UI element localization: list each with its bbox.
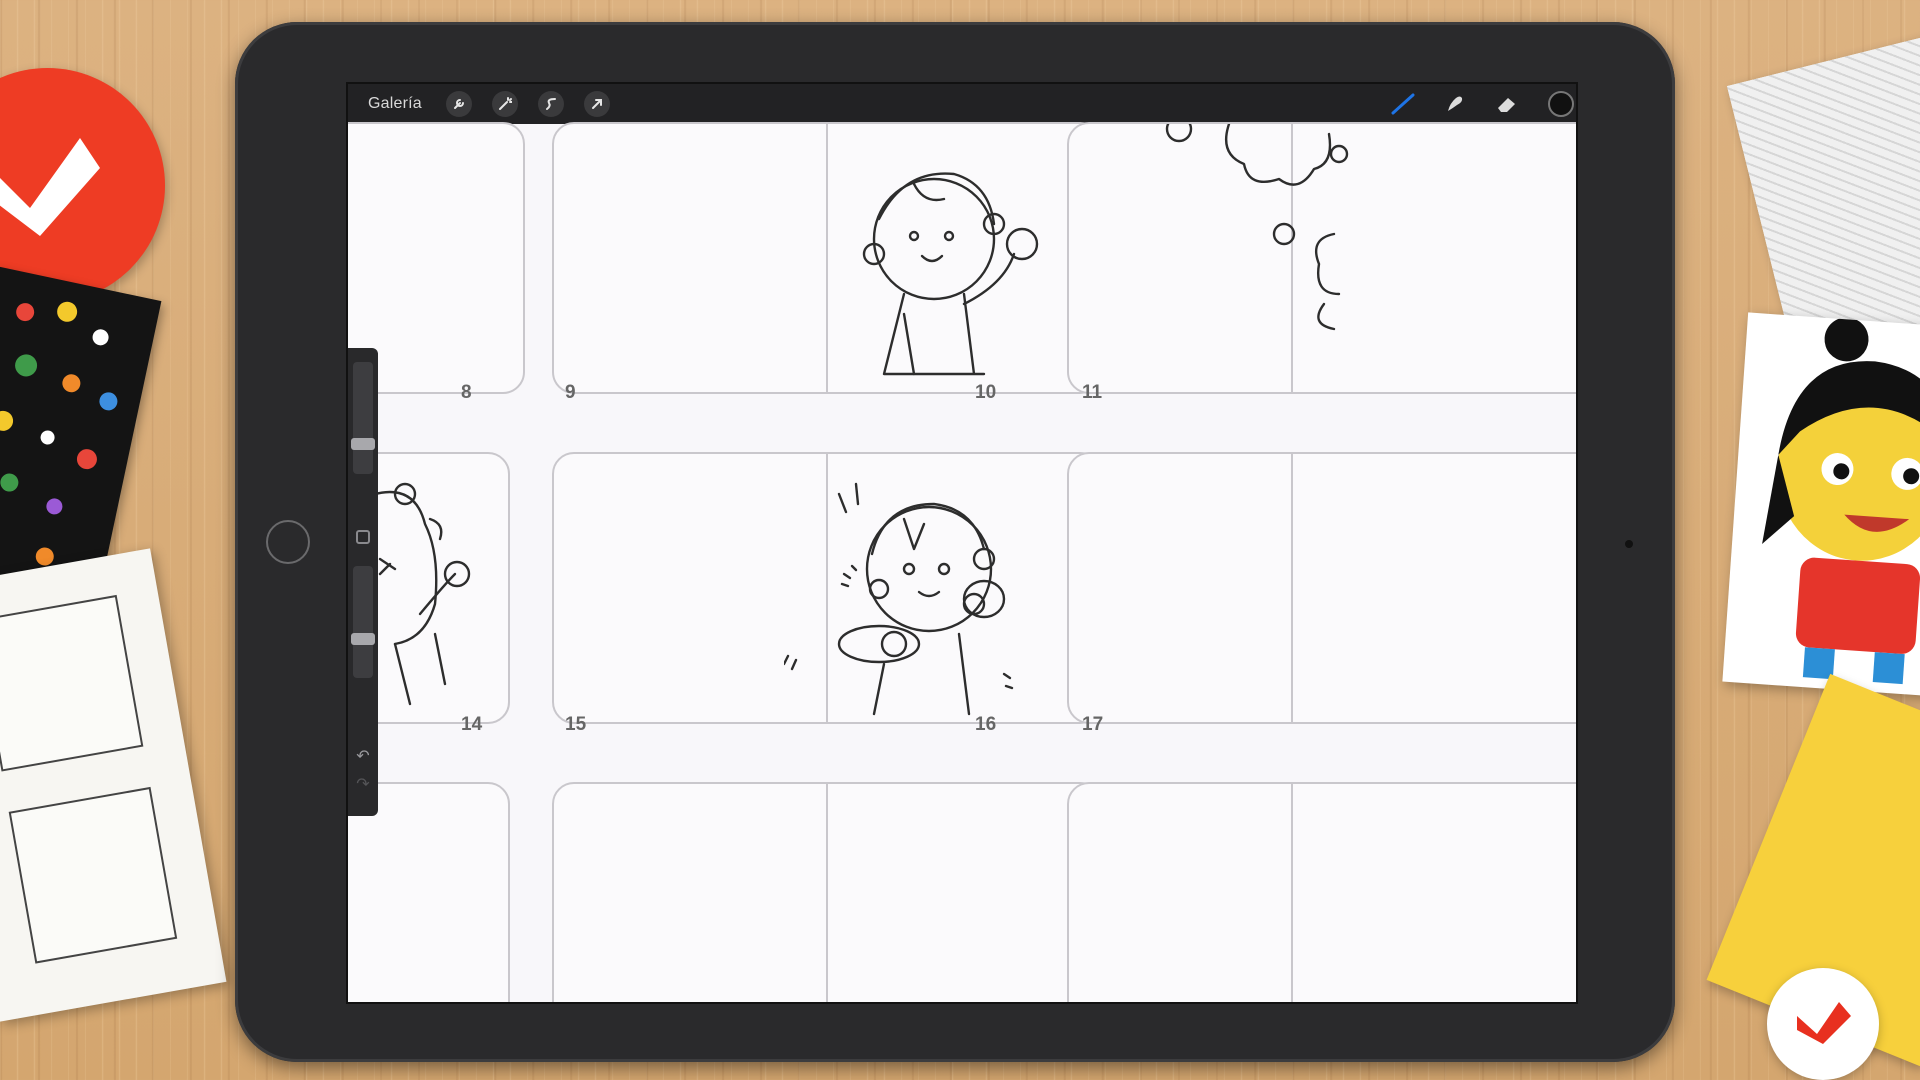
eraser-button[interactable] <box>1494 92 1520 116</box>
brush-sidebar: ↶ ↷ <box>348 348 378 816</box>
girl-character-illustration <box>1762 317 1920 685</box>
modify-button[interactable] <box>356 530 370 544</box>
home-button[interactable] <box>266 520 310 564</box>
actions-button[interactable] <box>446 91 472 117</box>
app-screen: Galería 8 9 10 11 14 15 16 17 ↶ ↷ <box>346 82 1578 1004</box>
brush-icon <box>1391 93 1415 115</box>
panel-number: 16 <box>975 714 997 735</box>
storyboard-panel <box>552 782 1102 1002</box>
front-camera <box>1625 540 1633 548</box>
storyboard-panel <box>1067 782 1576 1002</box>
wrench-icon <box>454 99 464 109</box>
panel-number: 15 <box>565 714 587 735</box>
logo-check-icon <box>1797 1002 1851 1044</box>
magic-wand-icon <box>499 97 512 110</box>
opacity-handle[interactable] <box>351 633 375 645</box>
panel-number: 10 <box>975 382 997 403</box>
girl-peeking-sketch <box>375 482 471 706</box>
storyboard-panel <box>552 452 1102 724</box>
panel-divider <box>826 784 828 1002</box>
cloud-sketch <box>1165 124 1349 331</box>
character-illustration-card <box>1722 312 1920 698</box>
smudge-button[interactable] <box>1442 92 1468 116</box>
panel-number: 8 <box>461 382 472 403</box>
undo-button[interactable]: ↶ <box>354 748 372 766</box>
adjustments-button[interactable] <box>492 91 518 117</box>
opacity-slider[interactable] <box>351 566 375 678</box>
storyboard-panel <box>1067 452 1576 724</box>
eraser-icon <box>1498 98 1515 112</box>
transform-arrow-icon <box>592 99 602 109</box>
storyboard-panel <box>552 122 1102 394</box>
panel-divider <box>826 124 828 392</box>
storyboard-panel <box>1067 122 1576 394</box>
top-toolbar: Galería <box>348 84 1576 124</box>
redo-button[interactable]: ↷ <box>354 776 372 794</box>
transform-button[interactable] <box>584 91 610 117</box>
thumbnail-sketch-paper <box>0 548 227 1022</box>
brush-size-handle[interactable] <box>351 438 375 450</box>
color-picker-button[interactable] <box>1548 91 1574 117</box>
panel-number: 11 <box>1082 382 1103 403</box>
brand-logo-button[interactable] <box>1767 968 1879 1080</box>
smudge-icon <box>1448 96 1463 111</box>
gallery-button[interactable]: Galería <box>368 95 422 113</box>
panel-divider <box>1291 784 1293 1002</box>
brand-logo-badge <box>0 68 165 303</box>
girl-surprised-sketch <box>784 482 1014 716</box>
brush-size-slider[interactable] <box>351 362 375 474</box>
panel-number: 17 <box>1082 714 1104 735</box>
drawing-canvas[interactable]: 8 9 10 11 14 15 16 17 <box>348 122 1576 1002</box>
logo-check-icon <box>0 138 100 236</box>
girl-waving-sketch <box>862 172 1039 376</box>
panel-divider <box>1291 454 1293 722</box>
panel-number: 14 <box>461 714 483 735</box>
selection-icon <box>546 98 556 110</box>
brush-button[interactable] <box>1390 92 1416 116</box>
panel-number: 9 <box>565 382 576 403</box>
selection-button[interactable] <box>538 91 564 117</box>
